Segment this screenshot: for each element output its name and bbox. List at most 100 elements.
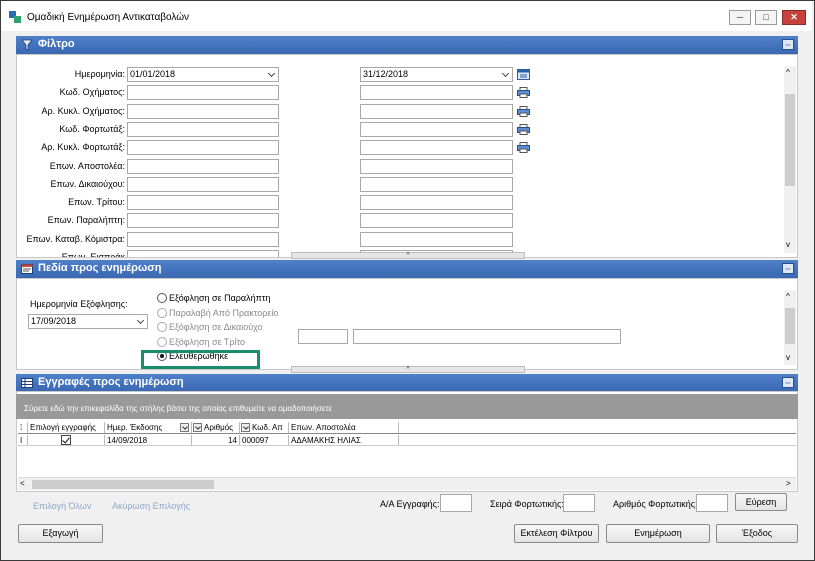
collapse-icon[interactable]: ⇔ bbox=[782, 377, 794, 388]
column-header[interactable]: Κωδ. Απ bbox=[240, 422, 289, 433]
search-button[interactable]: Εύρεση bbox=[735, 493, 787, 511]
scroll-left-icon[interactable]: < bbox=[20, 479, 25, 488]
filter-panel: Ημερομηνία: 01/01/2018 31/12/2018 Κωδ. Οχήμ… bbox=[16, 54, 798, 258]
update-button[interactable]: Ενημέρωση bbox=[606, 524, 710, 543]
filter-to-input[interactable] bbox=[360, 140, 513, 156]
payment-date-picker[interactable]: 17/09/2018 bbox=[28, 314, 148, 329]
filter-from-input[interactable] bbox=[127, 85, 279, 101]
export-button[interactable]: Εξαγωγή bbox=[18, 524, 103, 543]
filter-from-input[interactable] bbox=[127, 158, 279, 174]
filter-to-input[interactable] bbox=[360, 158, 513, 174]
filter-scrollbar[interactable]: ^ v bbox=[784, 66, 796, 253]
column-filter-icon[interactable] bbox=[180, 423, 189, 432]
filter-from-input[interactable]: 01/01/2018 bbox=[127, 67, 279, 82]
filter-row-label: Επων. Παραλήπτη: bbox=[47, 215, 125, 226]
filter-to-input[interactable]: 31/12/2018 bbox=[360, 67, 513, 82]
filter-from-input[interactable] bbox=[127, 213, 279, 229]
filter-section-header[interactable]: Φίλτρο ⇔ bbox=[16, 36, 798, 54]
update-splitter[interactable]: ^ bbox=[291, 366, 525, 373]
filter-row-label: Αρ. Κυκλ. Οχήματος: bbox=[41, 105, 125, 116]
scroll-thumb[interactable] bbox=[32, 480, 214, 489]
payment-option-label: Παραλαβή Από Πρακτορείο bbox=[169, 307, 279, 318]
update-section-header[interactable]: Πεδία προς ενημέρωση ⇔ bbox=[16, 260, 798, 278]
window-title: Ομαδική Ενημέρωση Αντικαταβολών bbox=[27, 12, 190, 23]
filter-row-label: Κωδ. Φορτωτάξ: bbox=[59, 123, 125, 134]
row-indicator[interactable]: I bbox=[18, 435, 28, 445]
group-by-bar[interactable]: Σύρετε εδώ την επικεφαλίδα της στήλης βά… bbox=[16, 394, 798, 419]
printer-icon[interactable] bbox=[517, 105, 530, 117]
scroll-down-icon[interactable]: v bbox=[786, 353, 790, 362]
printer-icon[interactable] bbox=[517, 87, 530, 99]
select-all-link[interactable]: Επιλογή Όλων bbox=[33, 501, 91, 511]
waybill-number-input[interactable] bbox=[696, 494, 728, 512]
scroll-up-icon[interactable]: ^ bbox=[786, 292, 790, 301]
column-header[interactable]: Επιλογή εγγραφής bbox=[28, 422, 105, 433]
payment-option-label: Εξόφληση σε Τρίτο bbox=[169, 336, 245, 347]
filter-row-label: Επων. Δικαιούχου: bbox=[50, 178, 125, 189]
title-bar: Ομαδική Ενημέρωση Αντικαταβολών ─ □ ✕ bbox=[1, 1, 812, 31]
select-cell[interactable] bbox=[28, 435, 105, 445]
filter-from-input[interactable] bbox=[127, 250, 279, 257]
maximize-button[interactable]: □ bbox=[755, 10, 777, 25]
scroll-down-icon[interactable]: v bbox=[786, 240, 790, 249]
filter-from-input[interactable] bbox=[127, 195, 279, 211]
filter-from-input[interactable] bbox=[127, 121, 279, 137]
minimize-button[interactable]: ─ bbox=[729, 10, 751, 25]
column-header[interactable]: Επων. Αποστολέα bbox=[289, 422, 399, 433]
column-header-label: Αριθμός bbox=[204, 423, 234, 432]
filter-from-input[interactable] bbox=[127, 176, 279, 192]
payment-option-radio: Παραλαβή Από Πρακτορείο bbox=[157, 307, 279, 318]
exit-button[interactable]: Έξοδος bbox=[716, 524, 798, 543]
filter-from-input[interactable] bbox=[127, 103, 279, 119]
filter-from-input[interactable] bbox=[127, 231, 279, 247]
grid-icon bbox=[21, 378, 33, 388]
scroll-thumb[interactable] bbox=[785, 94, 795, 186]
filter-to-input[interactable] bbox=[360, 195, 513, 211]
scroll-up-icon[interactable]: ^ bbox=[786, 68, 790, 77]
scroll-right-icon[interactable]: > bbox=[786, 479, 791, 488]
filter-row-label: Επων. Καταβ. Κόμιστρα: bbox=[26, 233, 125, 244]
cancel-selection-link[interactable]: Ακύρωση Επιλογής bbox=[112, 501, 190, 511]
printer-icon[interactable] bbox=[517, 123, 530, 135]
column-header-label: Επων. Αποστολέα bbox=[291, 423, 356, 432]
filter-splitter[interactable]: ^ bbox=[291, 252, 525, 259]
radio-button-icon bbox=[157, 322, 167, 333]
filter-from-input[interactable] bbox=[127, 140, 279, 156]
close-button[interactable]: ✕ bbox=[782, 10, 806, 25]
filter-to-input[interactable] bbox=[360, 231, 513, 247]
record-no-input[interactable] bbox=[440, 494, 472, 512]
grid-horizontal-scrollbar[interactable]: < > bbox=[18, 477, 796, 490]
filter-to-input[interactable] bbox=[360, 213, 513, 229]
run-filter-button[interactable]: Εκτέλεση Φίλτρου bbox=[514, 524, 599, 543]
column-filter-icon[interactable] bbox=[241, 423, 250, 432]
printer-icon[interactable] bbox=[517, 142, 530, 154]
column-header-label: Επιλογή εγγραφής bbox=[30, 423, 96, 432]
calendar-icon[interactable] bbox=[517, 69, 530, 80]
column-header[interactable]: Αριθμός bbox=[192, 422, 240, 433]
extra-field-1[interactable] bbox=[298, 329, 348, 344]
table-row[interactable]: I 14/09/2018 14 000097 ΑΔΑΜΑΚΗΣ ΗΛΙΑΣ bbox=[18, 435, 796, 446]
radio-button-icon[interactable] bbox=[157, 293, 167, 303]
records-section-header[interactable]: Εγγραφές προς ενημέρωση ⇔ bbox=[16, 374, 798, 392]
cell-date: 14/09/2018 bbox=[105, 435, 192, 445]
collapse-icon[interactable]: ⇔ bbox=[782, 263, 794, 274]
column-header[interactable]: Ημερ. Έκδοσης bbox=[105, 422, 192, 433]
column-header-label: Κωδ. Απ bbox=[252, 423, 283, 432]
payment-option-label: Εξόφληση σε Δικαιούχο bbox=[169, 322, 263, 333]
filter-row-label: Κωδ. Οχήματος: bbox=[59, 87, 125, 98]
filter-to-input[interactable] bbox=[360, 176, 513, 192]
row-select-checkbox[interactable] bbox=[61, 435, 71, 445]
filter-to-input[interactable] bbox=[360, 121, 513, 137]
filter-to-input[interactable] bbox=[360, 103, 513, 119]
column-header-label: Ημερ. Έκδοσης bbox=[107, 423, 163, 432]
scroll-thumb[interactable] bbox=[785, 308, 795, 344]
filter-to-input[interactable] bbox=[360, 85, 513, 101]
cell-sender: ΑΔΑΜΑΚΗΣ ΗΛΙΑΣ bbox=[289, 435, 399, 445]
extra-field-2[interactable] bbox=[353, 329, 621, 344]
waybill-series-input[interactable] bbox=[563, 494, 595, 512]
radio-button-icon bbox=[157, 307, 167, 318]
collapse-icon[interactable]: ⇔ bbox=[782, 39, 794, 50]
column-filter-icon[interactable] bbox=[193, 423, 202, 432]
payment-option-radio[interactable]: Εξόφληση σε Παραλήπτη bbox=[157, 293, 270, 303]
update-scrollbar[interactable]: ^ v bbox=[784, 290, 796, 365]
